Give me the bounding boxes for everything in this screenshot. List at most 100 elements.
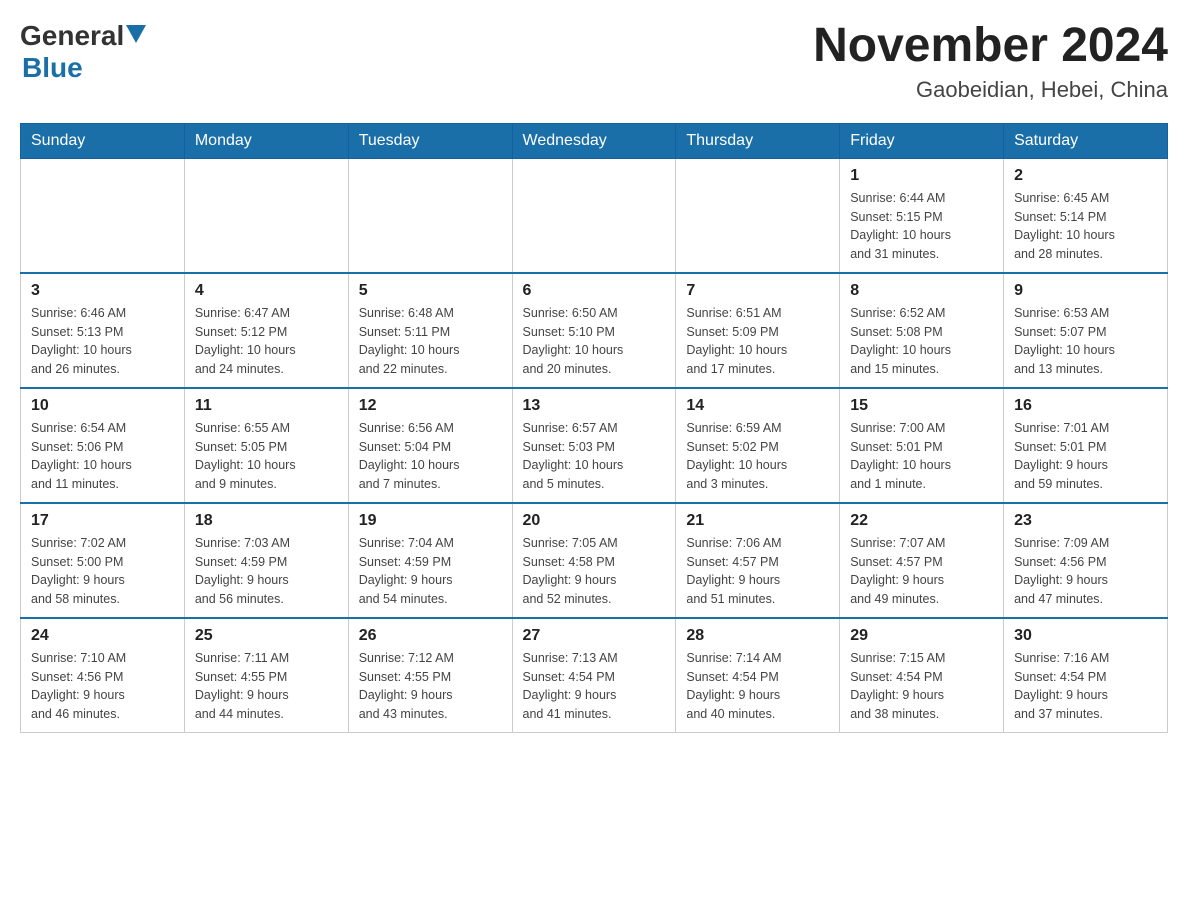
day-number: 10 bbox=[31, 397, 174, 415]
day-number: 9 bbox=[1014, 282, 1157, 300]
calendar-cell: 14Sunrise: 6:59 AM Sunset: 5:02 PM Dayli… bbox=[676, 388, 840, 503]
day-number: 7 bbox=[686, 282, 829, 300]
calendar-cell bbox=[348, 158, 512, 273]
day-info: Sunrise: 6:45 AM Sunset: 5:14 PM Dayligh… bbox=[1014, 189, 1157, 264]
day-number: 30 bbox=[1014, 627, 1157, 645]
day-number: 24 bbox=[31, 627, 174, 645]
calendar-cell: 28 Sunrise: 7:14 AM Sunset: 4:54 PM Dayli… bbox=[676, 618, 840, 733]
day-info: Sunrise: 7:04 AM Sunset: 4:59 PM Dayligh… bbox=[359, 534, 502, 609]
day-number: 8 bbox=[850, 282, 993, 300]
day-number: 11 bbox=[195, 397, 338, 415]
calendar-cell: 23Sunrise: 7:09 AM Sunset: 4:56 PM Dayli… bbox=[1004, 503, 1168, 618]
calendar-cell: 18 Sunrise: 7:03 AM Sunset: 4:59 PM Dayli… bbox=[184, 503, 348, 618]
day-info: Sunrise: 6:52 AM Sunset: 5:08 PM Dayligh… bbox=[850, 304, 993, 379]
day-number: 26 bbox=[359, 627, 502, 645]
calendar-cell: 6 Sunrise: 6:50 AM Sunset: 5:10 PM Daylig… bbox=[512, 273, 676, 388]
calendar-week-row: 10 Sunrise: 6:54 AM Sunset: 5:06 PM Dayli… bbox=[21, 388, 1168, 503]
calendar-cell: 2 Sunrise: 6:45 AM Sunset: 5:14 PM Daylig… bbox=[1004, 158, 1168, 273]
calendar-cell bbox=[184, 158, 348, 273]
day-info: Sunrise: 7:11 AM Sunset: 4:55 PM Dayligh… bbox=[195, 649, 338, 724]
day-info: Sunrise: 7:01 AM Sunset: 5:01 PM Dayligh… bbox=[1014, 419, 1157, 494]
day-info: Sunrise: 7:06 AM Sunset: 4:57 PM Dayligh… bbox=[686, 534, 829, 609]
calendar-cell: 15Sunrise: 7:00 AM Sunset: 5:01 PM Dayli… bbox=[840, 388, 1004, 503]
day-number: 29 bbox=[850, 627, 993, 645]
day-info: Sunrise: 6:53 AM Sunset: 5:07 PM Dayligh… bbox=[1014, 304, 1157, 379]
day-number: 3 bbox=[31, 282, 174, 300]
weekday-header-tuesday: Tuesday bbox=[348, 123, 512, 158]
day-info: Sunrise: 6:54 AM Sunset: 5:06 PM Dayligh… bbox=[31, 419, 174, 494]
calendar-cell: 29Sunrise: 7:15 AM Sunset: 4:54 PM Dayli… bbox=[840, 618, 1004, 733]
calendar-cell: 5 Sunrise: 6:48 AM Sunset: 5:11 PM Daylig… bbox=[348, 273, 512, 388]
day-info: Sunrise: 6:46 AM Sunset: 5:13 PM Dayligh… bbox=[31, 304, 174, 379]
calendar-cell bbox=[21, 158, 185, 273]
calendar-cell: 12 Sunrise: 6:56 AM Sunset: 5:04 PM Dayli… bbox=[348, 388, 512, 503]
day-info: Sunrise: 6:44 AM Sunset: 5:15 PM Dayligh… bbox=[850, 189, 993, 264]
day-info: Sunrise: 7:02 AM Sunset: 5:00 PM Dayligh… bbox=[31, 534, 174, 609]
day-number: 2 bbox=[1014, 167, 1157, 185]
day-number: 28 bbox=[686, 627, 829, 645]
calendar-cell: 16 Sunrise: 7:01 AM Sunset: 5:01 PM Dayli… bbox=[1004, 388, 1168, 503]
calendar-cell: 10 Sunrise: 6:54 AM Sunset: 5:06 PM Dayli… bbox=[21, 388, 185, 503]
calendar-cell: 9 Sunrise: 6:53 AM Sunset: 5:07 PM Daylig… bbox=[1004, 273, 1168, 388]
calendar-cell: 24 Sunrise: 7:10 AM Sunset: 4:56 PM Dayli… bbox=[21, 618, 185, 733]
day-info: Sunrise: 6:50 AM Sunset: 5:10 PM Dayligh… bbox=[523, 304, 666, 379]
day-info: Sunrise: 7:13 AM Sunset: 4:54 PM Dayligh… bbox=[523, 649, 666, 724]
weekday-header-friday: Friday bbox=[840, 123, 1004, 158]
day-number: 25 bbox=[195, 627, 338, 645]
calendar-cell: 4 Sunrise: 6:47 AM Sunset: 5:12 PM Daylig… bbox=[184, 273, 348, 388]
calendar-cell: 1 Sunrise: 6:44 AM Sunset: 5:15 PM Daylig… bbox=[840, 158, 1004, 273]
day-info: Sunrise: 7:05 AM Sunset: 4:58 PM Dayligh… bbox=[523, 534, 666, 609]
calendar-cell: 30 Sunrise: 7:16 AM Sunset: 4:54 PM Dayli… bbox=[1004, 618, 1168, 733]
day-info: Sunrise: 7:10 AM Sunset: 4:56 PM Dayligh… bbox=[31, 649, 174, 724]
day-number: 5 bbox=[359, 282, 502, 300]
month-title: November 2024 bbox=[813, 20, 1168, 73]
day-number: 21 bbox=[686, 512, 829, 530]
calendar-cell bbox=[676, 158, 840, 273]
calendar-cell: 21 Sunrise: 7:06 AM Sunset: 4:57 PM Dayli… bbox=[676, 503, 840, 618]
day-number: 22 bbox=[850, 512, 993, 530]
logo-blue: Blue bbox=[22, 52, 83, 83]
day-info: Sunrise: 7:14 AM Sunset: 4:54 PM Dayligh… bbox=[686, 649, 829, 724]
weekday-header-wednesday: Wednesday bbox=[512, 123, 676, 158]
calendar-cell: 27 Sunrise: 7:13 AM Sunset: 4:54 PM Dayli… bbox=[512, 618, 676, 733]
day-number: 4 bbox=[195, 282, 338, 300]
weekday-header-row: SundayMondayTuesdayWednesdayThursdayFrid… bbox=[21, 123, 1168, 158]
weekday-header-saturday: Saturday bbox=[1004, 123, 1168, 158]
day-info: Sunrise: 6:56 AM Sunset: 5:04 PM Dayligh… bbox=[359, 419, 502, 494]
day-number: 6 bbox=[523, 282, 666, 300]
day-info: Sunrise: 6:47 AM Sunset: 5:12 PM Dayligh… bbox=[195, 304, 338, 379]
day-number: 18 bbox=[195, 512, 338, 530]
day-info: Sunrise: 6:59 AM Sunset: 5:02 PM Dayligh… bbox=[686, 419, 829, 494]
day-info: Sunrise: 7:12 AM Sunset: 4:55 PM Dayligh… bbox=[359, 649, 502, 724]
calendar-week-row: 24 Sunrise: 7:10 AM Sunset: 4:56 PM Dayli… bbox=[21, 618, 1168, 733]
calendar-cell: 17 Sunrise: 7:02 AM Sunset: 5:00 PM Dayli… bbox=[21, 503, 185, 618]
calendar-cell: 11 Sunrise: 6:55 AM Sunset: 5:05 PM Dayli… bbox=[184, 388, 348, 503]
calendar-cell: 19Sunrise: 7:04 AM Sunset: 4:59 PM Dayli… bbox=[348, 503, 512, 618]
day-number: 16 bbox=[1014, 397, 1157, 415]
calendar-cell bbox=[512, 158, 676, 273]
calendar-cell: 22Sunrise: 7:07 AM Sunset: 4:57 PM Dayli… bbox=[840, 503, 1004, 618]
weekday-header-thursday: Thursday bbox=[676, 123, 840, 158]
calendar-cell: 8 Sunrise: 6:52 AM Sunset: 5:08 PM Daylig… bbox=[840, 273, 1004, 388]
calendar-cell: 26 Sunrise: 7:12 AM Sunset: 4:55 PM Dayli… bbox=[348, 618, 512, 733]
day-info: Sunrise: 7:16 AM Sunset: 4:54 PM Dayligh… bbox=[1014, 649, 1157, 724]
day-number: 1 bbox=[850, 167, 993, 185]
calendar-week-row: 1 Sunrise: 6:44 AM Sunset: 5:15 PM Daylig… bbox=[21, 158, 1168, 273]
day-info: Sunrise: 6:55 AM Sunset: 5:05 PM Dayligh… bbox=[195, 419, 338, 494]
day-info: Sunrise: 7:03 AM Sunset: 4:59 PM Dayligh… bbox=[195, 534, 338, 609]
calendar-cell: 20Sunrise: 7:05 AM Sunset: 4:58 PM Dayli… bbox=[512, 503, 676, 618]
logo-triangle-icon bbox=[126, 25, 146, 43]
day-number: 12 bbox=[359, 397, 502, 415]
calendar-week-row: 17 Sunrise: 7:02 AM Sunset: 5:00 PM Dayli… bbox=[21, 503, 1168, 618]
page-header: General Blue November 2024 Gaobeidian, H… bbox=[20, 20, 1168, 103]
day-number: 23 bbox=[1014, 512, 1157, 530]
weekday-header-sunday: Sunday bbox=[21, 123, 185, 158]
day-info: Sunrise: 6:48 AM Sunset: 5:11 PM Dayligh… bbox=[359, 304, 502, 379]
day-number: 13 bbox=[523, 397, 666, 415]
day-number: 27 bbox=[523, 627, 666, 645]
location-title: Gaobeidian, Hebei, China bbox=[813, 77, 1168, 103]
calendar-cell: 7Sunrise: 6:51 AM Sunset: 5:09 PM Daylig… bbox=[676, 273, 840, 388]
weekday-header-monday: Monday bbox=[184, 123, 348, 158]
calendar-cell: 13Sunrise: 6:57 AM Sunset: 5:03 PM Dayli… bbox=[512, 388, 676, 503]
day-number: 17 bbox=[31, 512, 174, 530]
